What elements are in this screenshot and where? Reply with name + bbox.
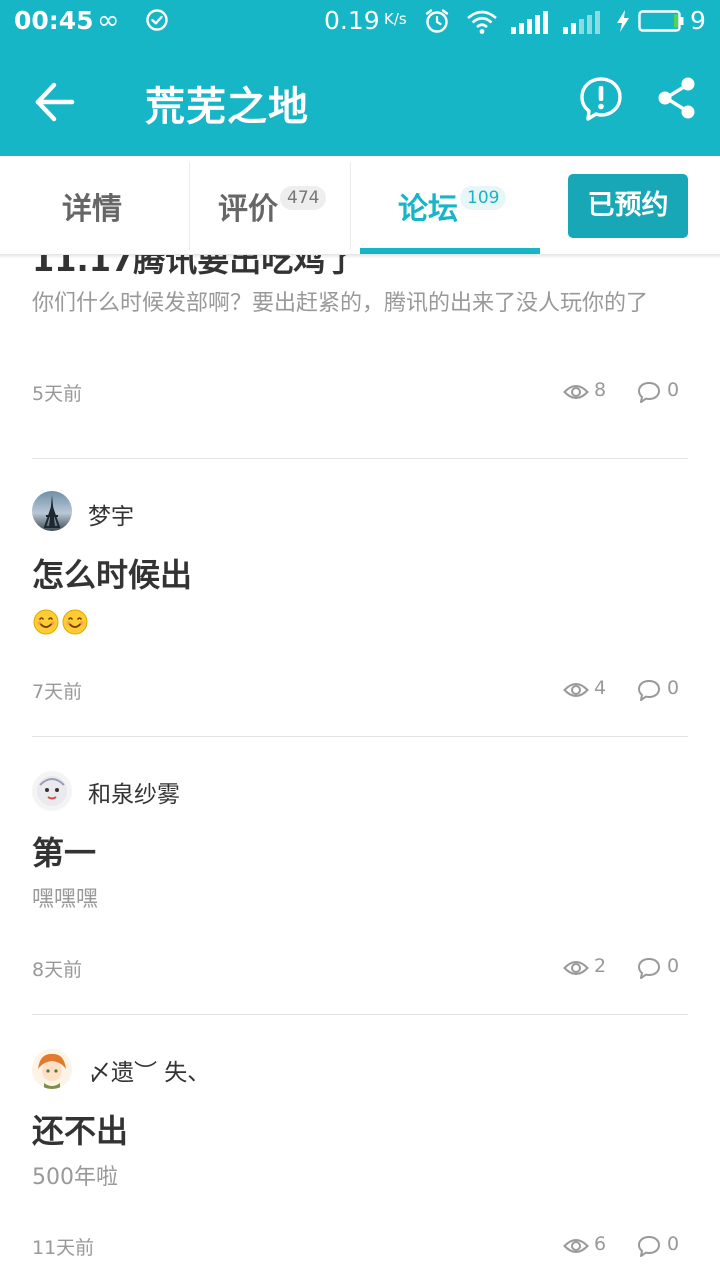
tab-details-label: 详情 <box>62 192 122 227</box>
check-circle-icon <box>146 9 168 31</box>
tab-details[interactable]: 详情 <box>0 156 190 254</box>
post-body: 500年啦 <box>32 1165 118 1190</box>
anime-character-image <box>38 1053 66 1089</box>
status-time: 00:45 <box>14 6 94 35</box>
post-title: 11.17腾讯要出吃鸡了 <box>32 255 358 279</box>
tab-reviews[interactable]: 评价 474 <box>190 156 350 254</box>
post-stats: 8 0 <box>560 379 690 405</box>
back-arrow-icon[interactable] <box>30 80 82 124</box>
post-time: 5天前 <box>32 383 83 405</box>
comment-icon <box>638 680 660 701</box>
post-title: 还不出 <box>32 1112 129 1150</box>
network-speed: 0.19 <box>324 6 380 35</box>
comment-count: 0 <box>667 677 680 699</box>
view-count: 8 <box>594 379 607 401</box>
comment-count: 0 <box>667 955 680 977</box>
comment-icon <box>638 1236 660 1257</box>
eye-icon <box>563 961 589 975</box>
smiling-face-emoji <box>33 609 59 635</box>
username[interactable]: 和泉纱雾 <box>88 775 180 809</box>
forum-post-list[interactable]: 11.17腾讯要出吃鸡了 你们什么时候发部啊？要出赶紧的，腾讯的出来了没人玩你的… <box>0 255 720 1280</box>
post-time: 8天前 <box>32 959 83 981</box>
comment-icon <box>638 958 660 979</box>
tab-bar: 详情 评价 474 论坛 109 已预约 <box>0 156 720 255</box>
smiling-face-emoji <box>62 609 88 635</box>
signal-icon <box>511 11 548 34</box>
battery-icon <box>638 10 684 32</box>
post-title: 第一 <box>32 834 97 872</box>
post-body: 你们什么时候发部啊？要出赶紧的，腾讯的出来了没人玩你的了 <box>32 291 649 316</box>
tab-reviews-count: 474 <box>280 186 327 210</box>
alarm-icon <box>425 9 449 33</box>
forum-post[interactable]: 梦宇 怎么时候出 7天前 4 0 <box>0 459 720 737</box>
anime-character-image <box>37 776 67 806</box>
avatar[interactable] <box>32 771 72 811</box>
page-title: 荒芜之地 <box>145 84 309 130</box>
wifi-icon <box>467 10 497 34</box>
signal-icon <box>563 11 600 34</box>
charging-icon <box>617 10 629 32</box>
post-body: 嘿嘿嘿 <box>32 887 99 912</box>
post-stats: 4 0 <box>560 677 690 703</box>
infinity-icon: ∞ <box>97 5 120 36</box>
eye-icon <box>563 1239 589 1253</box>
username[interactable]: 梦宇 <box>88 497 134 531</box>
view-count: 2 <box>594 955 607 977</box>
active-tab-indicator <box>360 248 540 254</box>
forum-post[interactable]: 〆遗︶ 失、 还不出 500年啦 11天前 6 0 <box>0 1015 720 1280</box>
post-time: 11天前 <box>32 1237 95 1259</box>
post-title: 怎么时候出 <box>32 556 193 594</box>
comment-count: 0 <box>667 1233 680 1255</box>
comment-count: 0 <box>667 379 680 401</box>
post-time: 7天前 <box>32 681 83 703</box>
view-count: 4 <box>594 677 607 699</box>
username[interactable]: 〆遗︶ 失、 <box>88 1053 210 1087</box>
status-bar: 00:45 ∞ 0.19 K/s 9 <box>0 0 720 46</box>
tab-forum-label: 论坛 <box>398 192 458 227</box>
post-stats: 6 0 <box>560 1233 690 1259</box>
eye-icon <box>563 385 589 399</box>
eiffel-tower-image <box>43 495 61 528</box>
avatar[interactable] <box>32 491 72 531</box>
battery-level: 9 <box>690 6 706 35</box>
avatar[interactable] <box>32 1049 72 1089</box>
eye-icon <box>563 683 589 697</box>
forum-post[interactable]: 11.17腾讯要出吃鸡了 你们什么时候发部啊？要出赶紧的，腾讯的出来了没人玩你的… <box>0 255 720 459</box>
network-speed-unit: K/s <box>384 10 407 28</box>
app-bar: 荒芜之地 <box>0 46 720 156</box>
tab-reviews-label: 评价 <box>218 192 278 227</box>
view-count: 6 <box>594 1233 607 1255</box>
share-icon[interactable] <box>656 76 698 120</box>
report-icon[interactable] <box>578 76 624 122</box>
tab-forum[interactable]: 论坛 109 <box>350 156 550 254</box>
post-stats: 2 0 <box>560 955 690 981</box>
reserved-button[interactable]: 已预约 <box>568 174 688 238</box>
forum-post[interactable]: 和泉纱雾 第一 嘿嘿嘿 8天前 2 0 <box>0 737 720 1015</box>
comment-icon <box>638 382 660 403</box>
tab-forum-count: 109 <box>460 186 507 210</box>
